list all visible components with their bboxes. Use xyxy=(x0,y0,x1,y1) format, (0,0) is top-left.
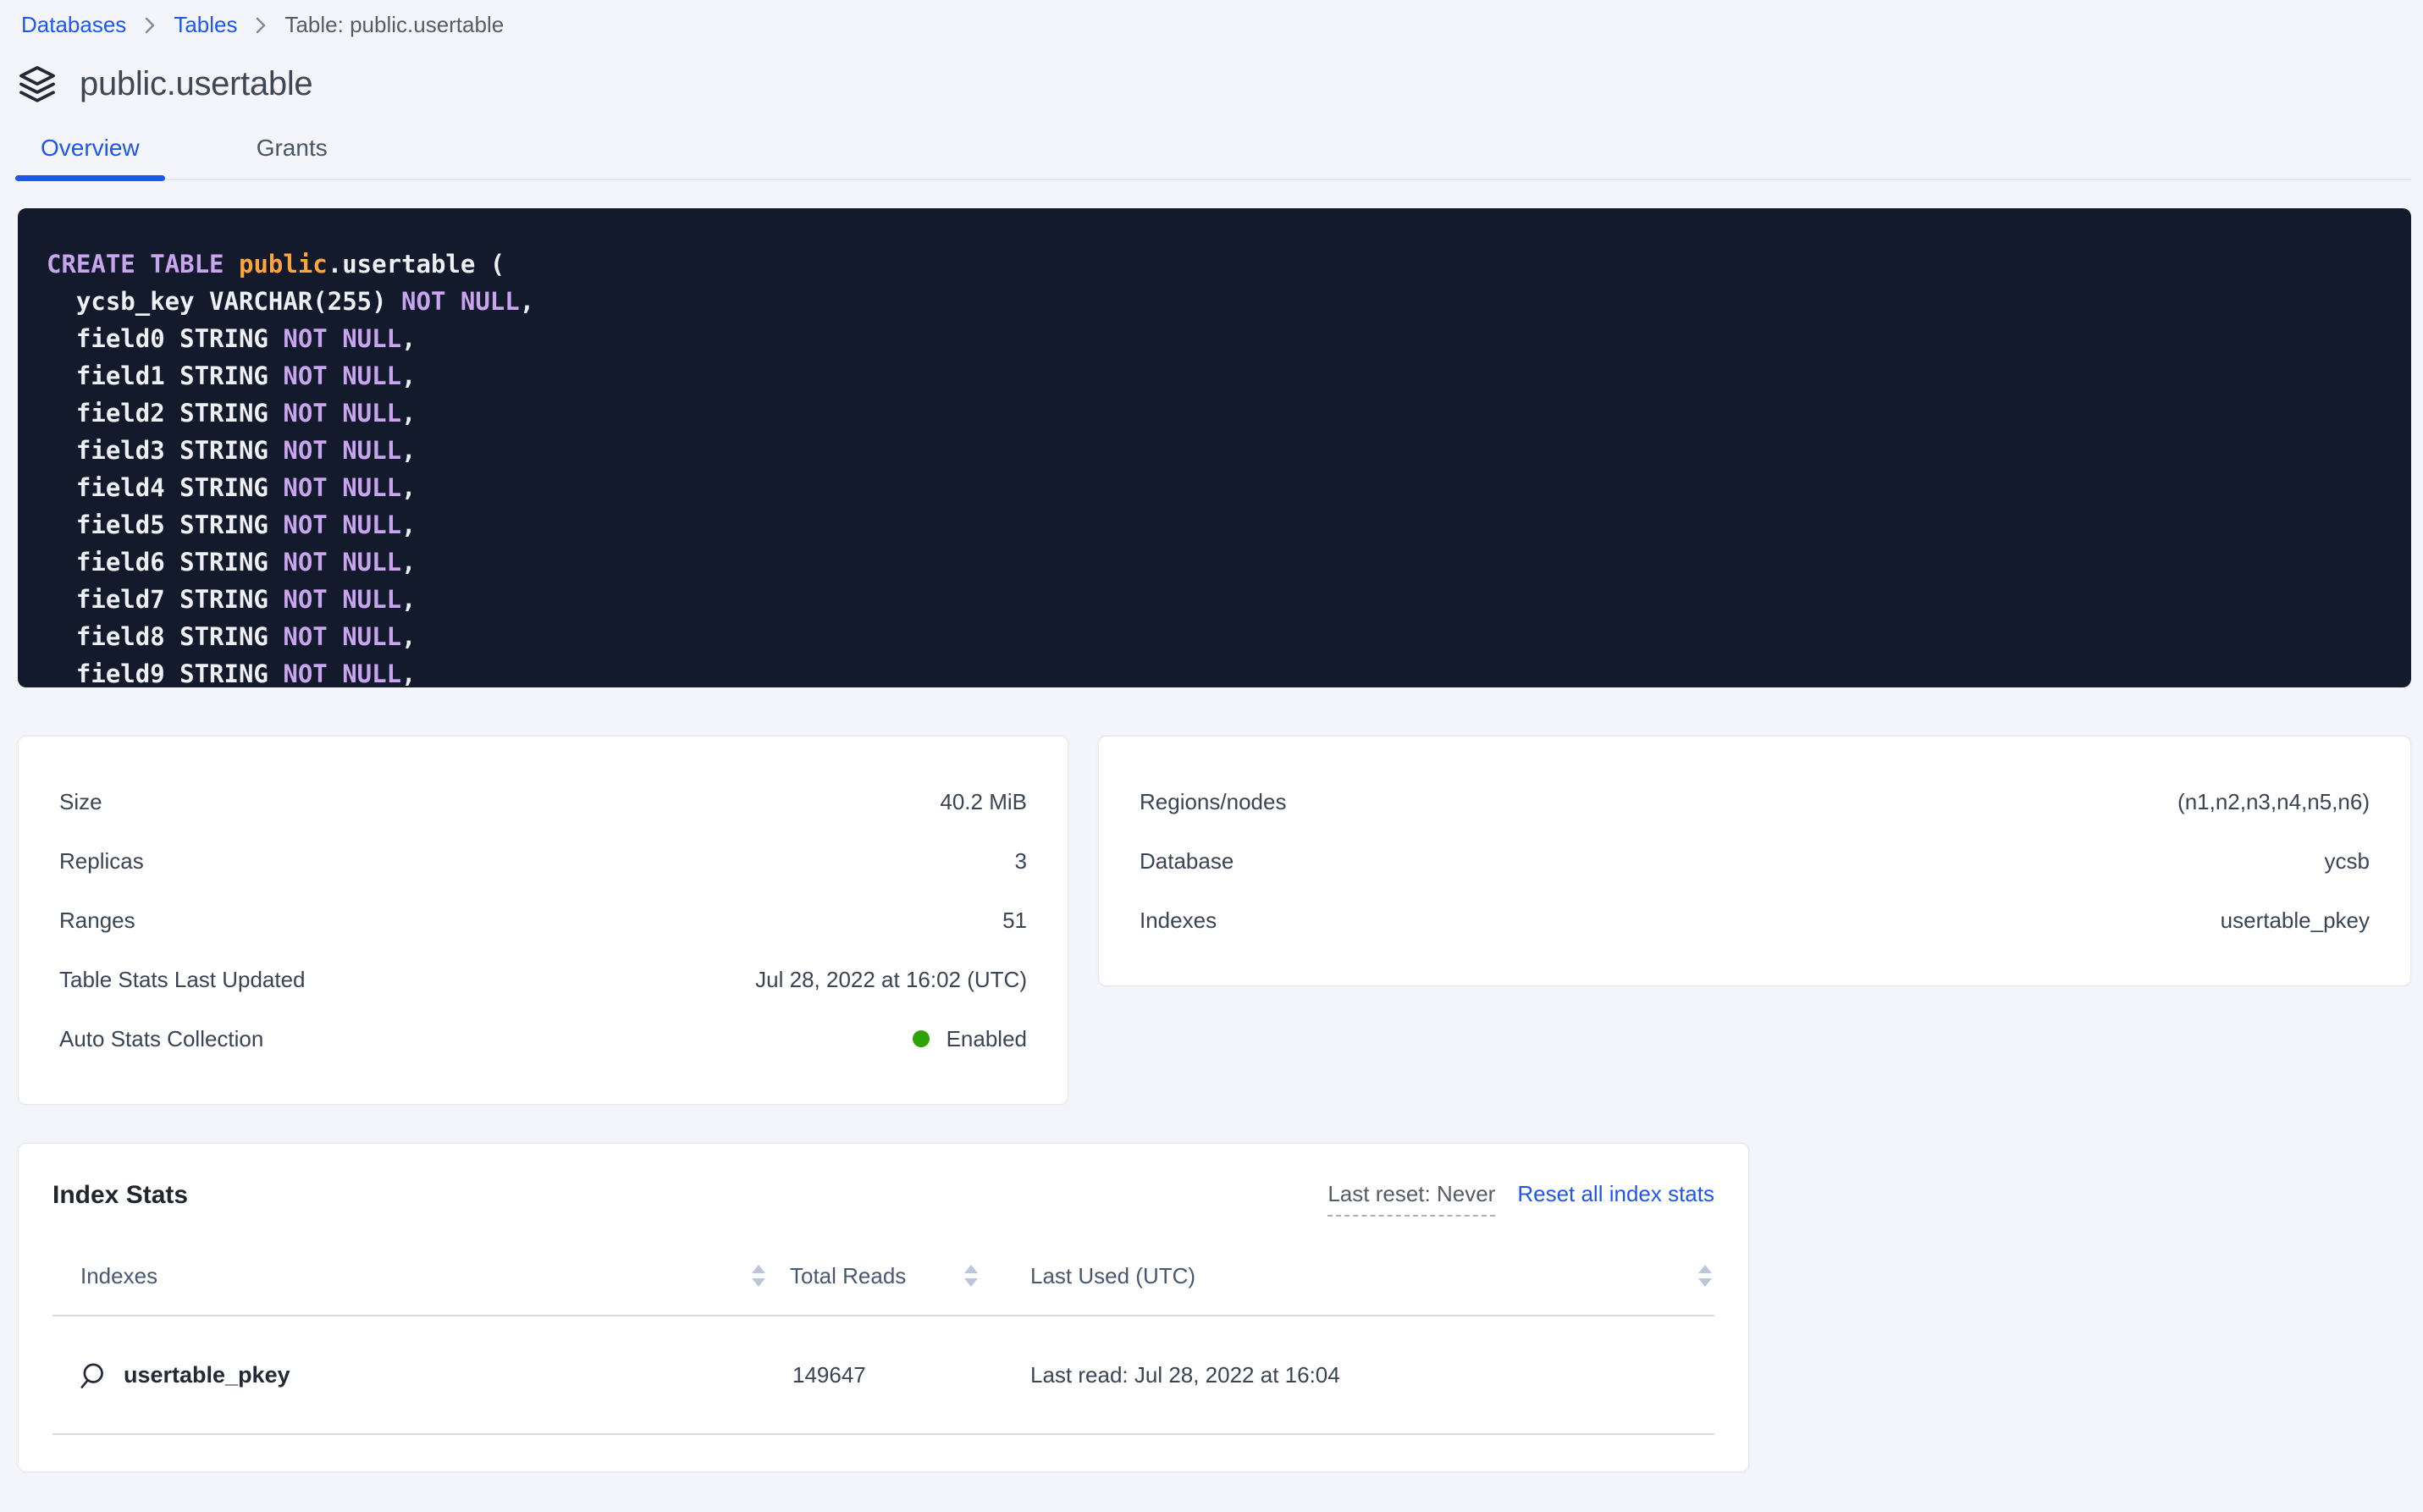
chevron-right-icon xyxy=(254,15,268,36)
status-enabled-dot-icon xyxy=(913,1030,930,1047)
page-header: public.usertable xyxy=(17,63,2423,104)
column-header-indexes[interactable]: Indexes xyxy=(80,1262,768,1289)
last-reset-label: Last reset: Never xyxy=(1327,1181,1495,1217)
sql-line: field1 STRING NOT NULL, xyxy=(47,357,2386,395)
stat-value: (n1,n2,n3,n4,n5,n6) xyxy=(2177,789,2370,815)
index-stats-header: Index Stats Last reset: Never Reset all … xyxy=(52,1181,1714,1217)
stat-label: Table Stats Last Updated xyxy=(59,967,306,993)
index-total-reads: 149647 xyxy=(768,1362,1030,1388)
sql-line: field0 STRING NOT NULL, xyxy=(47,320,2386,357)
sql-line: field2 STRING NOT NULL, xyxy=(47,395,2386,432)
stat-label: Database xyxy=(1140,848,1234,875)
breadcrumb-link-databases[interactable]: Databases xyxy=(21,12,126,38)
sql-line: field9 STRING NOT NULL, xyxy=(47,655,2386,687)
stat-value: Jul 28, 2022 at 16:02 (UTC) xyxy=(755,967,1027,993)
sql-line: field3 STRING NOT NULL, xyxy=(47,432,2386,469)
reset-index-stats-link[interactable]: Reset all index stats xyxy=(1517,1181,1714,1207)
index-table-header: Indexes Total Reads Last Used (UTC) xyxy=(52,1262,1714,1289)
sql-line: CREATE TABLE public.usertable ( xyxy=(47,246,2386,283)
stat-value: 3 xyxy=(1015,848,1027,875)
magnifier-icon xyxy=(78,1360,107,1389)
sql-line: field5 STRING NOT NULL, xyxy=(47,506,2386,544)
stat-row-auto-stats: Auto Stats Collection Enabled xyxy=(59,1009,1027,1068)
stat-row-ranges: Ranges 51 xyxy=(59,891,1027,950)
column-header-total-reads[interactable]: Total Reads xyxy=(768,1262,1030,1289)
breadcrumb-current: Table: public.usertable xyxy=(284,12,504,38)
chevron-right-icon xyxy=(143,15,157,36)
stat-value: Enabled xyxy=(913,1026,1027,1052)
sql-line: ycsb_key VARCHAR(255) NOT NULL, xyxy=(47,283,2386,320)
table-divider xyxy=(52,1433,1714,1435)
tab-grants[interactable]: Grants xyxy=(231,135,353,179)
stat-label: Ranges xyxy=(59,908,135,934)
stat-row-regions-nodes: Regions/nodes (n1,n2,n3,n4,n5,n6) xyxy=(1140,772,2370,831)
index-stats-card: Index Stats Last reset: Never Reset all … xyxy=(18,1143,1749,1472)
table-layers-icon xyxy=(17,63,58,104)
sort-icon[interactable] xyxy=(1696,1262,1714,1289)
stat-row-indexes: Indexes usertable_pkey xyxy=(1140,891,2370,950)
stat-row-stats-last-updated: Table Stats Last Updated Jul 28, 2022 at… xyxy=(59,950,1027,1009)
stat-label: Auto Stats Collection xyxy=(59,1026,263,1052)
index-name-link[interactable]: usertable_pkey xyxy=(78,1360,768,1389)
stat-row-size: Size 40.2 MiB xyxy=(59,772,1027,831)
stat-label: Replicas xyxy=(59,848,144,875)
stat-label: Regions/nodes xyxy=(1140,789,1286,815)
stat-value: 51 xyxy=(1002,908,1027,934)
sql-line: field8 STRING NOT NULL, xyxy=(47,618,2386,655)
stat-value: ycsb xyxy=(2325,848,2370,875)
sql-line: field7 STRING NOT NULL, xyxy=(47,581,2386,618)
stat-value: usertable_pkey xyxy=(2221,908,2370,934)
sql-line: field6 STRING NOT NULL, xyxy=(47,544,2386,581)
stat-row-database: Database ycsb xyxy=(1140,831,2370,891)
overview-cards-row: Size 40.2 MiB Replicas 3 Ranges 51 Table… xyxy=(18,736,2411,1105)
breadcrumb-link-tables[interactable]: Tables xyxy=(174,12,237,38)
tab-bar: Overview Grants xyxy=(15,135,2411,180)
table-topology-card: Regions/nodes (n1,n2,n3,n4,n5,n6) Databa… xyxy=(1098,736,2411,986)
index-last-used: Last read: Jul 28, 2022 at 16:04 xyxy=(1030,1362,1714,1388)
table-details-card: Size 40.2 MiB Replicas 3 Ranges 51 Table… xyxy=(18,736,1068,1105)
tab-overview[interactable]: Overview xyxy=(15,135,165,179)
sort-icon[interactable] xyxy=(749,1262,768,1289)
status-text: Enabled xyxy=(947,1026,1027,1052)
index-stats-title: Index Stats xyxy=(52,1181,188,1210)
sql-line: field4 STRING NOT NULL, xyxy=(47,469,2386,506)
sort-icon[interactable] xyxy=(962,1262,980,1289)
stat-label: Size xyxy=(59,789,102,815)
stat-row-replicas: Replicas 3 xyxy=(59,831,1027,891)
stat-value: 40.2 MiB xyxy=(940,789,1027,815)
index-table-row: usertable_pkey 149647 Last read: Jul 28,… xyxy=(52,1316,1714,1433)
breadcrumb: Databases Tables Table: public.usertable xyxy=(0,0,2423,38)
page-title: public.usertable xyxy=(80,65,312,103)
stat-label: Indexes xyxy=(1140,908,1217,934)
sql-create-statement-block[interactable]: CREATE TABLE public.usertable ( ycsb_key… xyxy=(18,208,2411,687)
column-header-last-used[interactable]: Last Used (UTC) xyxy=(1030,1262,1714,1289)
